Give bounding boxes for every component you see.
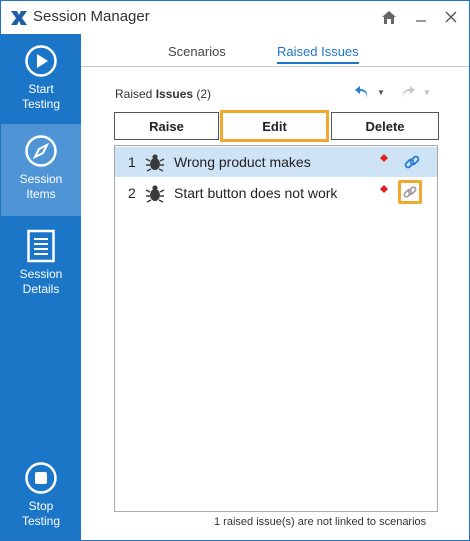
status-message: 1 raised issue(s) are not linked to scen… — [214, 516, 427, 528]
minimize-icon — [416, 20, 426, 22]
sidebar-item-label: Start — [28, 82, 54, 96]
sidebar-item-start-testing[interactable]: Start Testing — [1, 44, 81, 114]
broken-link-icon — [403, 186, 417, 198]
chevron-down-icon: ▼ — [377, 87, 385, 97]
sidebar-item-session-details[interactable]: Session Details — [1, 229, 81, 299]
panel-title: Raised Issues (2) — [115, 87, 211, 101]
priority-diamond-icon — [380, 185, 388, 193]
issue-number: 2 — [128, 185, 136, 201]
issue-title: Wrong product makes — [174, 154, 311, 170]
title-bar: Session Manager — [1, 1, 469, 34]
tab-scenarios[interactable]: Scenarios — [168, 44, 226, 62]
unlinked-scenario-button[interactable] — [398, 180, 422, 204]
issues-list: 1 Wrong product makes 2 Start button doe… — [114, 145, 438, 512]
sidebar: Start Testing Session Items Session Deta… — [1, 34, 81, 540]
sidebar-item-label: Testing — [21, 514, 61, 528]
delete-button[interactable]: Delete — [331, 112, 439, 140]
document-icon — [27, 229, 55, 263]
sidebar-item-label: Details — [22, 282, 60, 296]
home-icon — [382, 10, 396, 24]
issue-title: Start button does not work — [174, 185, 338, 201]
bug-icon — [145, 185, 165, 203]
edit-button[interactable]: Edit — [220, 110, 329, 142]
panel-title-count: (2) — [193, 87, 212, 101]
close-icon — [445, 11, 457, 23]
undo-icon — [355, 86, 368, 98]
tab-raised-issues[interactable]: Raised Issues — [277, 44, 359, 64]
sidebar-item-stop-testing[interactable]: Stop Testing — [1, 461, 81, 531]
window-title: Session Manager — [33, 8, 150, 25]
chevron-down-icon: ▼ — [423, 87, 431, 97]
sidebar-item-label: Session — [19, 172, 63, 186]
redo-button[interactable]: ▼ — [399, 84, 431, 100]
redo-icon — [402, 86, 415, 98]
sidebar-item-label: Session — [19, 267, 63, 281]
raise-button[interactable]: Raise — [114, 112, 219, 140]
stop-circle-icon — [25, 462, 57, 494]
home-button[interactable] — [377, 6, 401, 28]
tab-divider — [81, 66, 469, 67]
list-item[interactable]: 1 Wrong product makes — [115, 147, 437, 177]
linked-scenario-button[interactable] — [402, 152, 422, 172]
sidebar-item-label: Testing — [21, 97, 61, 111]
minimize-button[interactable] — [409, 6, 433, 28]
priority-diamond-icon — [380, 154, 388, 162]
session-manager-window: Session Manager Start Testing Session It… — [0, 0, 470, 541]
panel-title-bold: Issues — [155, 87, 194, 101]
tab-bar: Scenarios Raised Issues — [81, 34, 469, 70]
undo-button[interactable]: ▼ — [353, 84, 385, 100]
sidebar-item-session-items[interactable]: Session Items — [1, 124, 81, 216]
sidebar-item-label: Items — [26, 187, 56, 201]
list-item[interactable]: 2 Start button does not work — [115, 178, 437, 208]
play-circle-icon — [25, 45, 57, 77]
action-button-row: Raise Edit Delete — [114, 110, 439, 142]
app-logo-icon — [11, 11, 27, 25]
bug-icon — [145, 154, 165, 172]
link-icon — [404, 155, 420, 169]
raised-issues-panel: Raised Issues (2) ▼ ▼ Raise Edit Delete … — [81, 70, 469, 540]
issue-number: 1 — [128, 154, 136, 170]
panel-title-prefix: Raised — [115, 87, 156, 101]
close-button[interactable] — [439, 6, 463, 28]
compass-icon — [25, 135, 57, 167]
sidebar-item-label: Stop — [28, 499, 54, 513]
